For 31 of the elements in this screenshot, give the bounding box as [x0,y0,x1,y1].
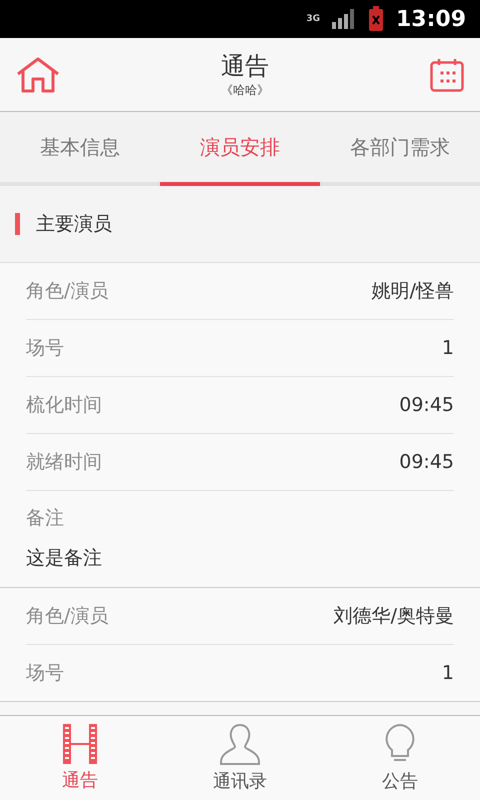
battery-icon [368,6,384,32]
field-label: 就绪时间 [26,450,102,475]
page-subtitle: 《哈哈》 [221,82,269,99]
nav-tab[interactable]: 公告 [320,716,480,800]
field-label: 场号 [26,336,64,361]
field-label: 场号 [26,661,64,686]
field-value: 1 [442,337,454,359]
calendar-icon[interactable] [430,58,464,92]
page-title: 通告 [221,51,269,82]
home-icon[interactable] [16,56,60,92]
field-label: 梳化时间 [26,393,102,418]
section-title: 主要演员 [36,212,112,237]
person-icon [220,723,260,765]
nav-tab[interactable]: 通告 [0,716,160,800]
field-value: 刘德华/奥特曼 [334,604,454,629]
field-value: 09:45 [399,394,454,416]
field-value: 1 [442,662,454,684]
section-marker [15,213,20,235]
field-label: 备注 [26,506,65,531]
field-label: 角色/演员 [26,279,108,304]
film-icon [63,724,97,764]
signal-icon [332,9,356,29]
note-text: 这是备注 [26,546,103,571]
field-label: 角色/演员 [26,604,108,629]
network-type: 3G [306,14,320,24]
field-value: 姚明/怪兽 [372,279,454,304]
tab[interactable]: 基本信息 [0,112,160,186]
field-value: 09:45 [399,451,454,473]
nav-tab[interactable]: 通讯录 [160,716,320,800]
clock-time: 13:09 [396,6,466,32]
tab[interactable]: 各部门需求 [320,112,480,186]
